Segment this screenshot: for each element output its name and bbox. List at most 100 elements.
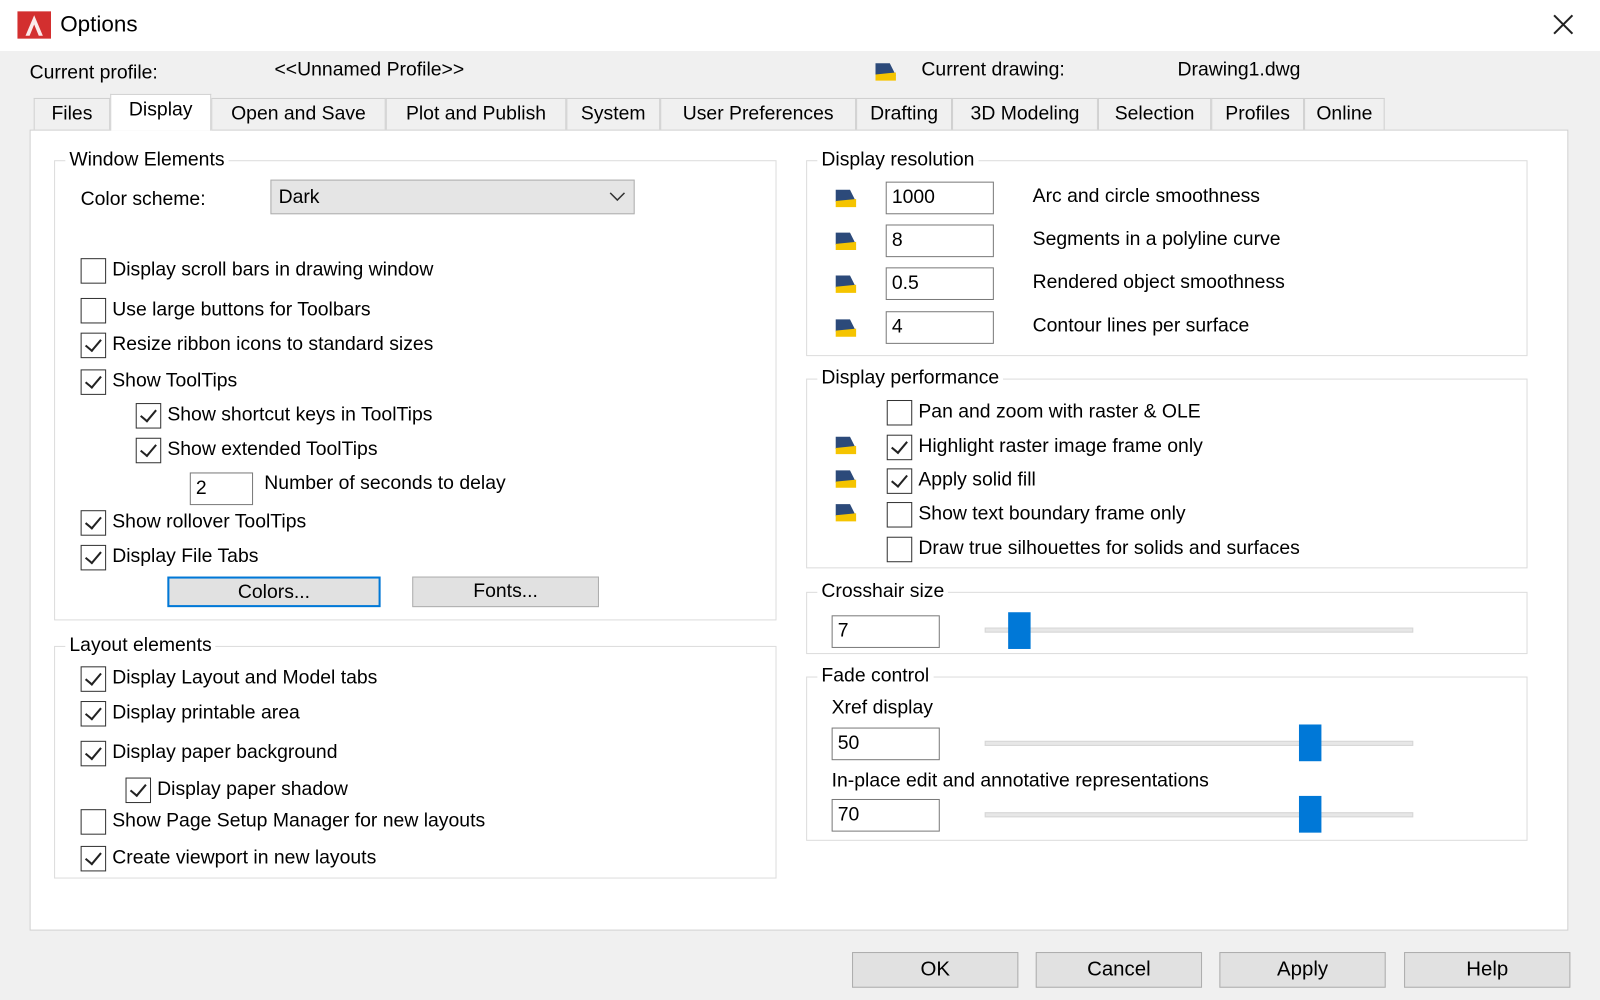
ok-button[interactable]: OK: [852, 952, 1019, 988]
color-scheme-select[interactable]: Dark: [270, 179, 635, 215]
checkbox-label: Display File Tabs: [112, 545, 259, 568]
tab-plot-and-publish[interactable]: Plot and Publish: [385, 97, 567, 130]
apply-button[interactable]: Apply: [1219, 952, 1386, 988]
drawing-saved-icon: [835, 275, 857, 293]
tooltip-delay-input[interactable]: 2: [189, 472, 254, 506]
drawing-saved-icon: [835, 319, 857, 337]
close-icon[interactable]: [1552, 13, 1574, 35]
checkbox-box[interactable]: [125, 777, 152, 804]
checkbox-label: Highlight raster image frame only: [918, 435, 1203, 458]
checkbox-box[interactable]: [886, 399, 913, 426]
tab-online[interactable]: Online: [1304, 97, 1385, 130]
checkbox-box[interactable]: [80, 666, 107, 692]
group-title: Display resolution: [817, 148, 979, 172]
tab-selection[interactable]: Selection: [1097, 97, 1212, 130]
current-drawing-value: Drawing1.dwg: [1177, 59, 1301, 81]
inplace-edit-label: In-place edit and annotative representat…: [831, 770, 1209, 792]
crosshair-size-slider-track[interactable]: [984, 627, 1414, 633]
checkbox-box[interactable]: [886, 434, 913, 461]
inplace-fade-slider-thumb[interactable]: [1299, 795, 1322, 833]
tab-3d-modeling[interactable]: 3D Modeling: [952, 97, 1098, 130]
colors-button[interactable]: Colors...: [167, 576, 381, 608]
checkbox-box[interactable]: [80, 297, 107, 324]
help-button[interactable]: Help: [1404, 952, 1571, 988]
checkbox-label: Show Page Setup Manager for new layouts: [112, 810, 486, 832]
xref-fade-slider-track[interactable]: [984, 740, 1414, 746]
checkbox-box[interactable]: [80, 845, 107, 872]
inplace-fade-slider-track[interactable]: [984, 812, 1414, 818]
resolution-label: Segments in a polyline curve: [1032, 228, 1281, 250]
checkbox-label: Pan and zoom with raster & OLE: [918, 401, 1201, 423]
resolution-label: Arc and circle smoothness: [1032, 185, 1261, 208]
tooltip-delay-label: Number of seconds to delay: [264, 472, 506, 494]
xref-fade-input[interactable]: 50: [831, 727, 940, 761]
checkbox-label: Show shortcut keys in ToolTips: [167, 404, 433, 426]
crosshair-size-input[interactable]: 7: [831, 615, 940, 648]
drawing-saved-icon: [835, 232, 857, 250]
resolution-input[interactable]: 0.5: [885, 267, 994, 300]
tab-display[interactable]: Display: [110, 93, 212, 131]
autocad-logo-icon: [17, 11, 52, 39]
current-drawing-label: Current drawing:: [921, 59, 1065, 81]
checkbox-box[interactable]: [886, 536, 913, 563]
inplace-fade-input[interactable]: 70: [831, 798, 940, 832]
checkbox-box[interactable]: [886, 502, 913, 528]
xref-fade-slider-thumb[interactable]: [1299, 724, 1322, 762]
chevron-down-icon: [609, 192, 626, 202]
checkbox-label: Show rollover ToolTips: [112, 511, 307, 533]
tab-system[interactable]: System: [566, 97, 661, 130]
checkbox-label: Create viewport in new layouts: [112, 846, 377, 869]
tab-profiles[interactable]: Profiles: [1211, 97, 1305, 130]
group-title: Layout elements: [65, 634, 216, 658]
checkbox-label: Show ToolTips: [112, 370, 238, 392]
checkbox-label: Use large buttons for Toolbars: [112, 298, 371, 321]
drawing-saved-icon: [835, 504, 857, 522]
checkbox-box[interactable]: [80, 332, 107, 359]
tab-user-preferences[interactable]: User Preferences: [660, 97, 857, 130]
checkbox-box[interactable]: [80, 701, 107, 727]
group-title: Fade control: [817, 665, 934, 688]
drawing-saved-icon: [835, 436, 857, 455]
drawing-saved-icon: [835, 189, 857, 208]
checkbox-box[interactable]: [80, 258, 107, 284]
checkbox-label: Display paper background: [112, 741, 338, 764]
checkbox-box[interactable]: [135, 403, 162, 429]
checkbox-box[interactable]: [80, 809, 107, 835]
color-scheme-value: Dark: [278, 186, 320, 209]
current-profile-label: Current profile:: [29, 62, 158, 84]
group-title: Crosshair size: [817, 580, 949, 604]
resolution-input[interactable]: 1000: [885, 181, 994, 215]
checkbox-box[interactable]: [135, 437, 162, 464]
tab-files[interactable]: Files: [33, 97, 111, 130]
checkbox-label: Display printable area: [112, 702, 300, 724]
checkbox-box[interactable]: [80, 740, 107, 767]
tab-drafting[interactable]: Drafting: [856, 97, 953, 130]
resolution-input[interactable]: 4: [885, 311, 994, 344]
checkbox-label: Display Layout and Model tabs: [112, 667, 378, 689]
window-title: Options: [60, 11, 138, 37]
resolution-label: Rendered object smoothness: [1032, 271, 1285, 293]
checkbox-label: Display scroll bars in drawing window: [112, 259, 434, 281]
xref-display-label: Xref display: [831, 696, 933, 719]
resolution-input[interactable]: 8: [885, 224, 994, 258]
tab-open-and-save[interactable]: Open and Save: [211, 97, 386, 130]
drawing-saved-icon: [875, 63, 896, 81]
title-bar: Options: [0, 0, 1600, 52]
resolution-label: Contour lines per surface: [1032, 315, 1250, 337]
checkbox-box[interactable]: [80, 544, 107, 571]
crosshair-size-slider-thumb[interactable]: [1007, 612, 1031, 649]
checkbox-label: Apply solid fill: [918, 469, 1036, 491]
checkbox-label: Resize ribbon icons to standard sizes: [112, 333, 434, 356]
checkbox-box[interactable]: [80, 510, 107, 536]
fonts-button[interactable]: Fonts...: [412, 576, 599, 608]
group-title: Display performance: [817, 367, 1004, 390]
color-scheme-label: Color scheme:: [80, 188, 206, 211]
current-profile-value: <<Unnamed Profile>>: [274, 59, 465, 81]
checkbox-box[interactable]: [80, 369, 107, 395]
cancel-button[interactable]: Cancel: [1035, 952, 1203, 988]
checkbox-label: Draw true silhouettes for solids and sur…: [918, 537, 1300, 560]
checkbox-label: Show extended ToolTips: [167, 438, 378, 461]
checkbox-box[interactable]: [886, 468, 913, 494]
checkbox-label: Show text boundary frame only: [918, 503, 1186, 525]
group-title: Window Elements: [65, 148, 229, 172]
